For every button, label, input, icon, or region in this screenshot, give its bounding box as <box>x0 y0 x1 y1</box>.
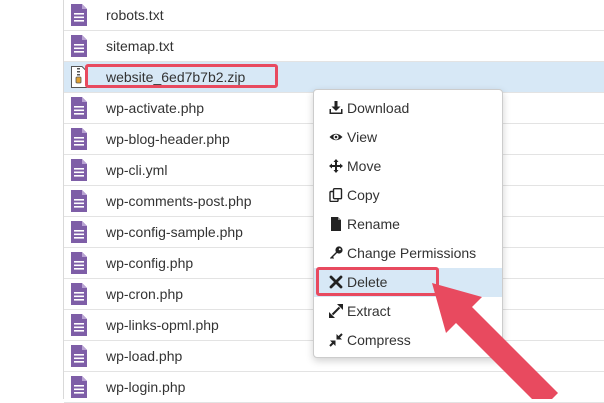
menu-item-delete[interactable]: Delete <box>314 267 502 297</box>
file-text-icon <box>71 35 87 57</box>
menu-item-move[interactable]: Move <box>314 152 502 181</box>
file-name[interactable]: wp-config-sample.php <box>106 224 243 240</box>
menu-item-label: Rename <box>347 216 400 232</box>
file-text-icon <box>71 314 87 336</box>
compress-icon <box>329 333 343 347</box>
download-icon <box>329 101 343 114</box>
file-row[interactable]: sitemap.txt <box>64 31 604 62</box>
file-text-icon <box>71 345 87 367</box>
file-name[interactable]: wp-blog-header.php <box>106 131 230 147</box>
menu-item-view[interactable]: View <box>314 123 502 152</box>
menu-item-copy[interactable]: Copy <box>314 181 502 210</box>
file-name[interactable]: sitemap.txt <box>106 38 174 54</box>
context-menu: Download View Move Copy Rename Change Pe… <box>313 89 503 358</box>
menu-item-change-permissions[interactable]: Change Permissions <box>314 239 502 268</box>
file-text-icon <box>71 190 87 212</box>
eye-icon <box>329 133 343 141</box>
file-highlight-box <box>85 64 278 88</box>
file-text-icon <box>71 376 87 398</box>
menu-item-label: Compress <box>347 332 411 348</box>
file-name[interactable]: wp-comments-post.php <box>106 193 252 209</box>
menu-item-label: View <box>347 129 378 145</box>
file-name[interactable]: robots.txt <box>106 7 164 23</box>
file-row[interactable]: wp-login.php <box>64 372 604 403</box>
file-text-icon <box>71 4 87 26</box>
file-name[interactable]: wp-login.php <box>106 379 185 395</box>
expand-icon <box>329 304 343 318</box>
menu-item-label: Change Permissions <box>347 245 477 261</box>
copy-icon <box>329 188 343 202</box>
menu-item-label: Copy <box>347 187 380 203</box>
menu-item-compress[interactable]: Compress <box>314 326 502 355</box>
menu-item-extract[interactable]: Extract <box>314 297 502 326</box>
menu-item-rename[interactable]: Rename <box>314 210 502 239</box>
menu-item-label: Move <box>347 158 382 174</box>
move-icon <box>329 159 343 173</box>
file-text-icon <box>71 252 87 274</box>
file-row[interactable]: robots.txt <box>64 0 604 31</box>
file-name[interactable]: wp-activate.php <box>106 100 204 116</box>
file-name[interactable]: wp-cli.yml <box>106 162 167 178</box>
file-text-icon <box>71 159 87 181</box>
file-icon <box>331 217 341 231</box>
file-name[interactable]: wp-load.php <box>106 348 182 364</box>
key-icon <box>330 246 343 259</box>
menu-item-label: Extract <box>347 303 391 319</box>
file-text-icon <box>71 283 87 305</box>
menu-item-download[interactable]: Download <box>314 94 502 123</box>
file-name[interactable]: wp-links-opml.php <box>106 317 219 333</box>
file-text-icon <box>71 97 87 119</box>
file-text-icon <box>71 128 87 150</box>
menu-item-label: Download <box>347 100 410 116</box>
file-name[interactable]: wp-config.php <box>106 255 193 271</box>
file-name[interactable]: wp-cron.php <box>106 286 183 302</box>
delete-highlight-box <box>316 267 439 296</box>
file-text-icon <box>71 221 87 243</box>
